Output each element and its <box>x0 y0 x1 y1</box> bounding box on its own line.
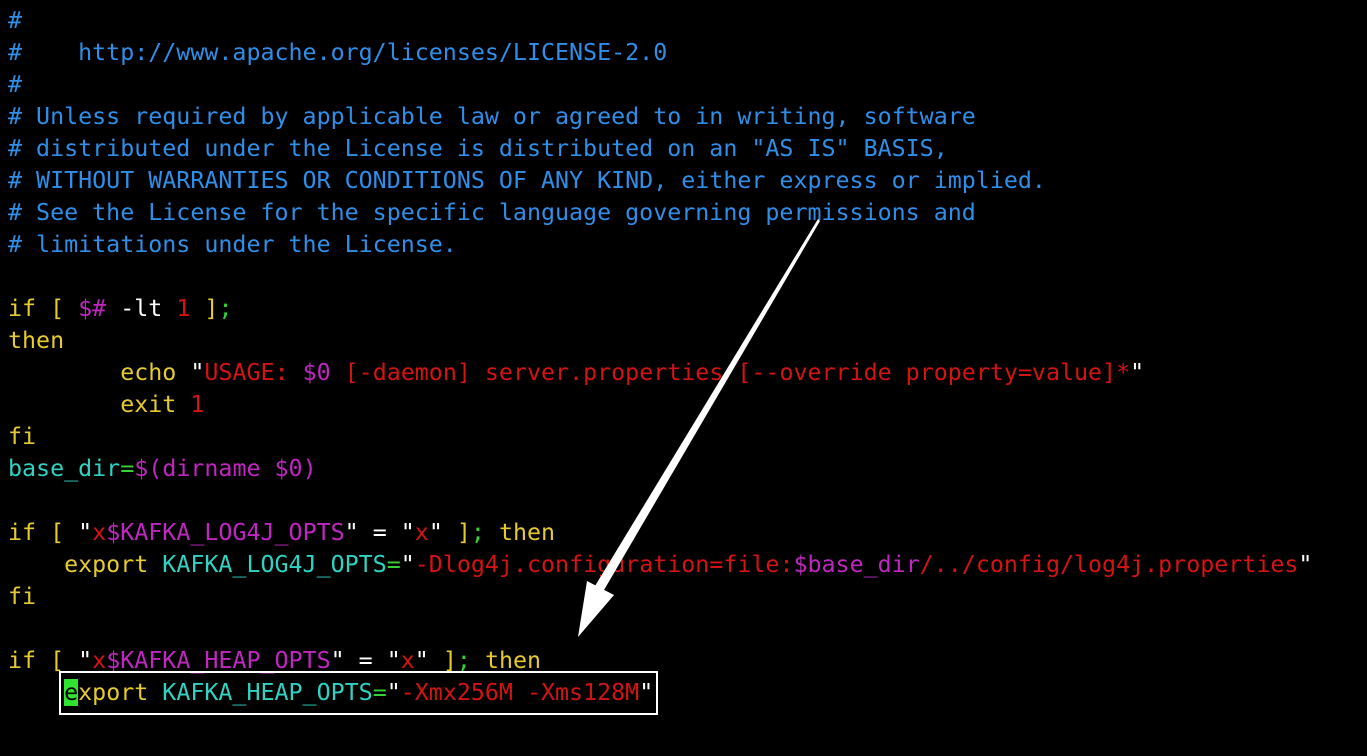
code-token: ; <box>456 647 471 674</box>
code-token: # <box>8 7 23 34</box>
code-token: $KAFKA_HEAP_OPTS <box>106 647 331 674</box>
code-token: " <box>330 647 345 674</box>
code-token: # <box>8 71 23 98</box>
code-token: = <box>386 551 401 578</box>
code-line: # See the License for the specific langu… <box>8 197 976 229</box>
code-token: fi <box>8 583 37 610</box>
code-token: # limitations under the License. <box>8 231 457 258</box>
code-line: # http://www.apache.org/licenses/LICENSE… <box>8 37 667 69</box>
code-token: # http://www.apache.org/licenses/LICENSE… <box>8 39 668 66</box>
code-line: if [ "x$KAFKA_LOG4J_OPTS" = "x" ]; then <box>8 517 555 549</box>
code-token: if <box>8 295 37 322</box>
code-token: USAGE: <box>204 359 303 386</box>
code-token: base_dir <box>8 455 121 482</box>
code-token: $base_dir <box>793 551 920 578</box>
code-token: -Dlog4j.configuration=file: <box>414 551 794 578</box>
code-line: then <box>8 325 64 357</box>
code-token: [-daemon] server.properties [--override … <box>330 359 1131 386</box>
code-token: then <box>470 647 542 674</box>
code-token: $( <box>134 455 163 482</box>
code-line: exit 1 <box>8 389 204 421</box>
code-token: " <box>414 647 429 674</box>
code-line: # WITHOUT WARRANTIES OR CONDITIONS OF AN… <box>8 165 1046 197</box>
code-token: [ <box>36 647 79 674</box>
terminal-editor[interactable]: # # http://www.apache.org/licenses/LICENS… <box>0 0 1367 756</box>
code-token: x <box>92 647 107 674</box>
code-token: " <box>190 359 205 386</box>
code-token: /../config/log4j.properties <box>919 551 1299 578</box>
code-token: " <box>1130 359 1145 386</box>
code-token: ] <box>190 295 219 322</box>
code-token: echo <box>8 359 191 386</box>
code-token: $0 <box>302 359 331 386</box>
code-token: [ <box>36 295 79 322</box>
code-token: 1 <box>190 391 205 418</box>
code-token: $0 <box>274 455 303 482</box>
code-token: ; <box>470 519 485 546</box>
code-token: = <box>120 455 135 482</box>
code-token: if <box>8 519 37 546</box>
code-token: KAFKA_LOG4J_OPTS <box>162 551 387 578</box>
code-token: # See the License for the specific langu… <box>8 199 976 226</box>
code-token: " <box>400 519 415 546</box>
code-line: # distributed under the License is distr… <box>8 133 948 165</box>
code-token: # Unless required by applicable law or a… <box>8 103 976 130</box>
code-token: 1 <box>176 295 191 322</box>
code-line: # <box>8 69 22 101</box>
code-token: -lt <box>106 295 177 322</box>
code-token: " <box>428 519 443 546</box>
code-token: ; <box>218 295 233 322</box>
code-line: fi <box>8 421 36 453</box>
code-token: ] <box>428 647 457 674</box>
code-token: " <box>1298 551 1313 578</box>
code-token: $# <box>78 295 107 322</box>
code-token: if <box>8 647 37 674</box>
code-token: " <box>78 647 93 674</box>
code-token: " <box>78 519 93 546</box>
code-line: fi <box>8 581 36 613</box>
highlight-box-annotation <box>59 671 658 715</box>
code-token: x <box>92 519 107 546</box>
code-token: [ <box>36 519 79 546</box>
code-token: then <box>484 519 556 546</box>
code-line: # limitations under the License. <box>8 229 457 261</box>
code-line: if [ $# -lt 1 ]; <box>8 293 232 325</box>
code-token: # WITHOUT WARRANTIES OR CONDITIONS OF AN… <box>8 167 1046 194</box>
code-token: x <box>414 519 429 546</box>
code-line: export KAFKA_LOG4J_OPTS="-Dlog4j.configu… <box>8 549 1312 581</box>
code-token: then <box>8 327 65 354</box>
code-line: # Unless required by applicable law or a… <box>8 101 976 133</box>
code-token: " <box>386 647 401 674</box>
code-token: = <box>344 647 387 674</box>
code-token: export <box>8 551 163 578</box>
code-token: x <box>400 647 415 674</box>
code-token: # distributed under the License is distr… <box>8 135 948 162</box>
code-token: ] <box>442 519 471 546</box>
code-token: exit <box>8 391 191 418</box>
code-token: ) <box>302 455 317 482</box>
code-token: fi <box>8 423 37 450</box>
code-token: dirname <box>162 455 275 482</box>
code-line: echo "USAGE: $0 [-daemon] server.propert… <box>8 357 1144 389</box>
code-token: " <box>400 551 415 578</box>
code-token: $KAFKA_LOG4J_OPTS <box>106 519 345 546</box>
code-token: " <box>344 519 359 546</box>
code-token: = <box>358 519 401 546</box>
code-line: # <box>8 5 22 37</box>
code-line: base_dir=$(dirname $0) <box>8 453 317 485</box>
